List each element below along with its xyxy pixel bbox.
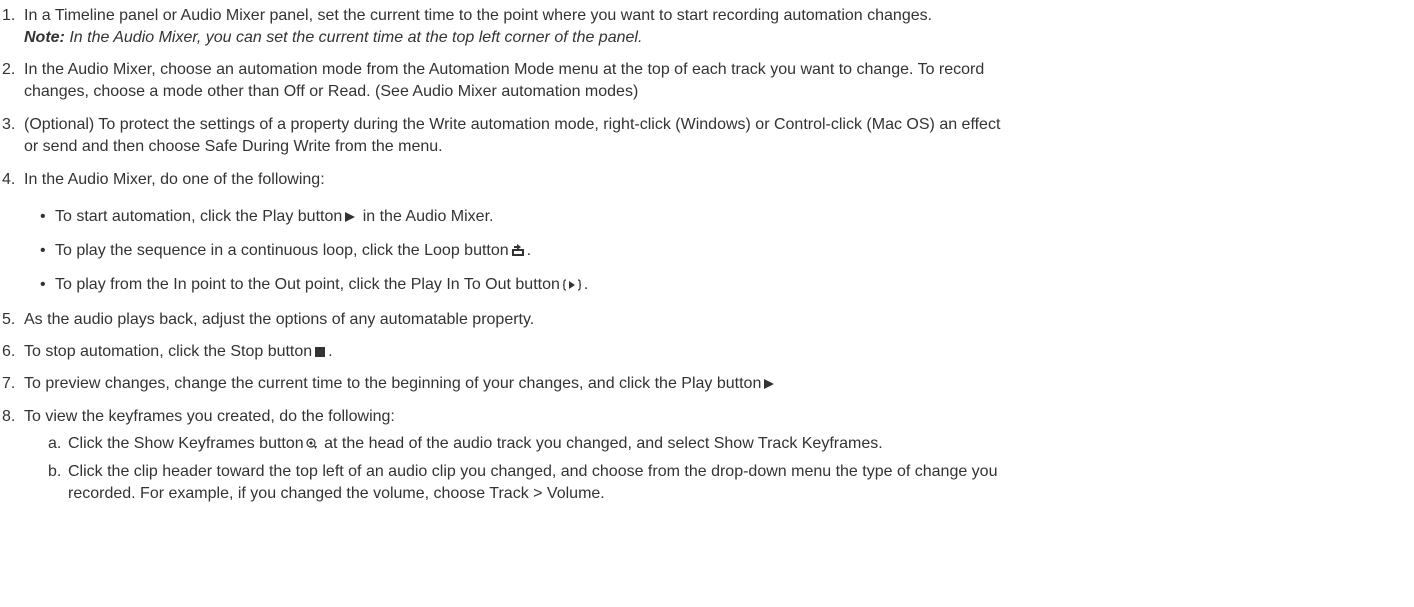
step-body: In a Timeline panel or Audio Mixer panel… <box>24 5 1396 49</box>
step-body: In the Audio Mixer, do one of the follow… <box>24 169 1396 191</box>
substep-text-after: at the head of the audio track you chang… <box>319 435 883 452</box>
bullet-text-before: To play from the In point to the Out poi… <box>55 276 560 293</box>
play-icon <box>763 378 775 390</box>
bullet-text: To play the sequence in a continuous loo… <box>55 240 531 262</box>
loop-icon <box>511 244 525 257</box>
bullet-text-before: To start automation, click the Play butt… <box>55 208 343 225</box>
step-number: 3. <box>2 116 16 133</box>
bullet-text: To start automation, click the Play butt… <box>55 206 493 228</box>
show-keyframes-icon <box>306 438 318 450</box>
substep-text: recorded. For example, if you changed th… <box>68 485 605 502</box>
step-body: (Optional) To protect the settings of a … <box>24 114 1396 158</box>
substep-text: Click the clip header toward the top lef… <box>68 463 998 480</box>
substep-letter: a. <box>48 435 62 452</box>
bullet-text-before: To play the sequence in a continuous loo… <box>55 242 509 259</box>
step-text-after: . <box>328 343 333 360</box>
play-in-to-out-icon <box>562 279 582 291</box>
substep-text-before: Click the Show Keyframes button <box>68 435 304 452</box>
step-text: To preview changes, change the current t… <box>24 373 1396 395</box>
substep-letter: b. <box>48 463 62 480</box>
step-text: To view the keyframes you created, do th… <box>24 408 395 425</box>
step-number: 8. <box>2 408 16 425</box>
substep-text: Click the Show Keyframes button at the h… <box>68 433 883 455</box>
note: Note: In the Audio Mixer, you can set th… <box>24 27 1396 49</box>
step-body: In the Audio Mixer, choose an automation… <box>24 59 1396 103</box>
bullet-marker: • <box>40 242 46 259</box>
step-text: In the Audio Mixer, choose an automation… <box>24 61 985 78</box>
help-document: 1. In a Timeline panel or Audio Mixer pa… <box>0 0 1414 607</box>
bullet-text-after: . <box>526 242 532 259</box>
stop-icon <box>314 346 326 358</box>
step-number: 2. <box>2 61 16 78</box>
step-body: To view the keyframes you created, do th… <box>24 406 1396 502</box>
bullet-text-after: . <box>583 276 589 293</box>
substep-body: Click the clip header toward the top lef… <box>68 461 997 505</box>
bullet-marker: • <box>40 208 46 225</box>
step-number: 7. <box>2 375 16 392</box>
step-text-before: To preview changes, change the current t… <box>24 375 762 392</box>
step-body: As the audio plays back, adjust the opti… <box>24 309 1396 331</box>
step-number: 6. <box>2 343 16 360</box>
step-number: 1. <box>2 7 16 24</box>
step-text: As the audio plays back, adjust the opti… <box>24 311 535 328</box>
step-number: 5. <box>2 311 16 328</box>
step-text: changes, choose a mode other than Off or… <box>24 83 639 100</box>
step-number: 4. <box>2 171 16 188</box>
step-text: In the Audio Mixer, do one of the follow… <box>24 171 325 188</box>
step-body: To preview changes, change the current t… <box>24 373 1396 395</box>
step-text-before: To stop automation, click the Stop butto… <box>24 343 313 360</box>
note-text: In the Audio Mixer, you can set the curr… <box>64 29 643 46</box>
play-icon <box>344 211 356 223</box>
bullet-marker: • <box>40 276 46 293</box>
bullet-text-after: in the Audio Mixer. <box>358 208 494 225</box>
bullet-text: To play from the In point to the Out poi… <box>55 274 588 296</box>
step-text: To stop automation, click the Stop butto… <box>24 341 1396 363</box>
note-label: Note: <box>24 29 65 46</box>
step-text: In a Timeline panel or Audio Mixer panel… <box>24 7 933 24</box>
step-body: To stop automation, click the Stop butto… <box>24 341 1396 363</box>
step-text: (Optional) To protect the settings of a … <box>24 116 1001 133</box>
step-text: or send and then choose Safe During Writ… <box>24 138 443 155</box>
